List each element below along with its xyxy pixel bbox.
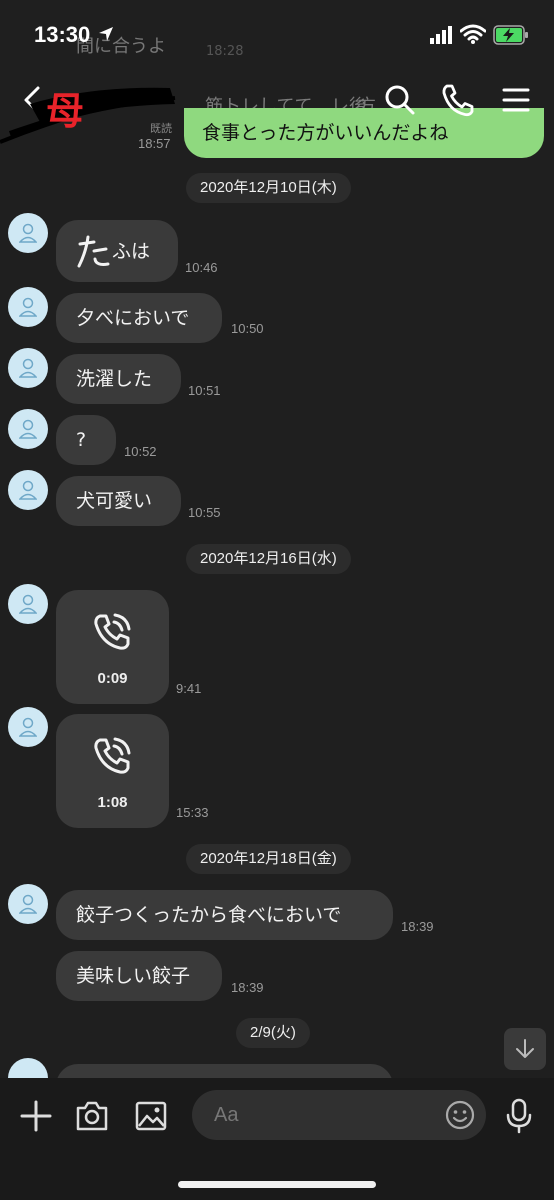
microphone-icon[interactable] [504,1098,534,1134]
contact-avatar[interactable] [8,707,48,747]
phone-call-icon [94,737,131,774]
phone-icon[interactable] [440,82,476,118]
voice-call-bubble[interactable]: 1:08 [56,714,169,828]
cellular-signal-icon [430,26,452,44]
location-arrow-icon [99,27,113,41]
arrow-down-icon [516,1039,534,1058]
call-duration: 0:09 [97,670,128,687]
scroll-to-bottom-button[interactable] [504,1028,546,1070]
received-message-bubble[interactable]: 犬可愛い [56,476,181,526]
hiragana-ta-glyph [77,235,110,267]
battery-charging-icon [493,25,528,45]
person-icon [19,594,37,614]
date-separator: 2020年12月10日(木) [186,173,351,203]
contact-name-text: 母 [46,88,85,133]
wifi-icon [460,24,486,44]
person-icon [19,480,37,500]
message-time: 10:46 [185,260,218,275]
message-time: 18:39 [401,919,434,934]
message-input[interactable] [192,1090,486,1140]
received-message-bubble[interactable] [56,1064,393,1078]
contact-avatar[interactable] [8,1058,48,1078]
contact-avatar[interactable] [8,213,48,253]
message-text: ふは [112,240,151,263]
person-icon [19,717,37,737]
person-icon [19,419,37,439]
received-message-bubble[interactable]: 餃子つくったから食べにおいで [56,890,393,940]
emoji-icon[interactable] [445,1100,475,1130]
contact-name[interactable]: 母 [0,78,220,144]
home-indicator[interactable] [178,1181,376,1188]
phone-call-icon [94,613,131,650]
contact-avatar[interactable] [8,884,48,924]
received-message-bubble[interactable]: ふは [56,220,178,282]
person-icon [19,894,37,914]
redaction-scribble [0,87,176,144]
message-time: 10:55 [188,505,221,520]
message-time: 10:51 [188,383,221,398]
voice-call-bubble[interactable]: 0:09 [56,590,169,704]
received-message-bubble[interactable]: ? [56,415,116,465]
status-time: 13:30 [34,22,91,47]
date-separator: 2020年12月16日(水) [186,544,351,574]
contact-avatar[interactable] [8,409,48,449]
camera-icon[interactable] [74,1098,110,1134]
person-icon [19,223,37,243]
date-separator: 2/9(火) [236,1018,310,1048]
call-duration: 1:08 [97,794,128,811]
received-message-bubble[interactable]: 夕べにおいで [56,293,222,343]
person-icon [19,297,37,317]
message-time: 18:39 [231,980,264,995]
contact-avatar[interactable] [8,348,48,388]
image-icon[interactable] [133,1098,169,1134]
message-time: 15:33 [176,805,209,820]
chat-area[interactable]: 間に合うよ 18:28 筋トレしてて、 レ後 方 既読 18:57 食事とった方… [0,0,554,1078]
message-time: 9:41 [176,681,202,696]
chat-header: 母 [0,70,554,144]
person-icon [19,358,37,378]
received-message-bubble[interactable]: 洗濯した [56,354,181,404]
message-time: 10:52 [124,444,157,459]
date-separator: 2020年12月18日(金) [186,844,351,874]
contact-avatar[interactable] [8,470,48,510]
menu-icon[interactable] [498,82,534,118]
received-message-bubble[interactable]: 美味しい餃子 [56,951,222,1001]
search-icon[interactable] [382,82,418,118]
contact-avatar[interactable] [8,584,48,624]
plus-icon[interactable] [18,1098,54,1134]
message-time: 10:50 [231,321,264,336]
status-bar: 13:30 [0,0,554,70]
contact-avatar[interactable] [8,287,48,327]
